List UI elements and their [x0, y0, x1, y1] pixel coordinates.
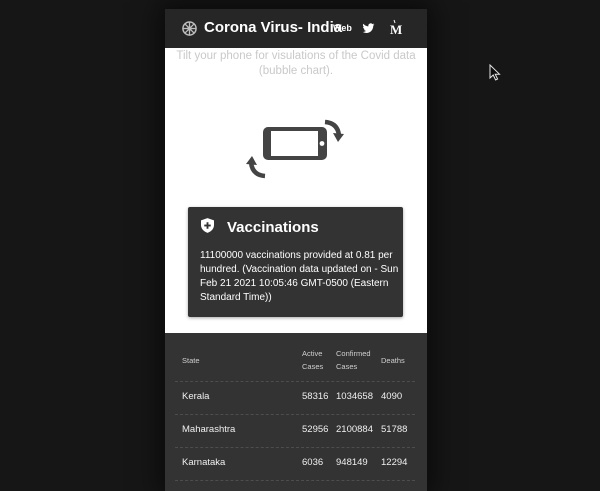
vaccinations-card: Vaccinations 11100000 vaccinations provi…	[188, 207, 403, 317]
svg-text:M: M	[390, 22, 402, 37]
medium-icon[interactable]: M	[389, 18, 404, 38]
twitter-icon[interactable]	[362, 22, 375, 35]
row-state: Karnataka	[182, 457, 226, 468]
header-deaths[interactable]: Deaths	[381, 355, 405, 367]
app-title[interactable]: Corona Virus- India	[204, 19, 342, 36]
row-divider	[175, 480, 415, 481]
row-confirmed: 2100884	[336, 424, 373, 435]
row-state: Maharashtra	[182, 424, 236, 435]
header-confirmed-cases-line1[interactable]: Confirmed	[336, 348, 371, 360]
row-divider	[175, 414, 415, 415]
states-table: State Active Cases Confirmed Cases Death…	[165, 333, 427, 491]
vaccinations-text: 11100000 vaccinations provided at 0.81 p…	[200, 250, 399, 303]
header-active-cases-line1[interactable]: Active	[302, 348, 322, 360]
row-divider	[175, 381, 415, 382]
header-confirmed-cases-line2[interactable]: Cases	[336, 361, 357, 373]
row-state: Kerala	[182, 391, 210, 402]
row-active: 58316	[302, 391, 329, 402]
phone-frame: Corona Virus- India Web M Tilt your phon…	[165, 9, 427, 491]
header-state[interactable]: State	[182, 355, 200, 367]
tilt-phone-message: Tilt your phone for visulations of the C…	[176, 50, 416, 77]
rotate-phone-icon	[246, 119, 344, 179]
settings-icon[interactable]	[182, 21, 197, 36]
nav-web-link[interactable]: Web	[333, 23, 352, 33]
row-divider	[175, 447, 415, 448]
row-confirmed: 948149	[336, 457, 368, 468]
row-active: 52956	[302, 424, 329, 435]
mouse-cursor-icon	[489, 64, 501, 81]
header-active-cases-line2[interactable]: Cases	[302, 361, 323, 373]
row-active: 6036	[302, 457, 324, 468]
row-deaths: 12294	[381, 457, 408, 468]
row-confirmed: 1034658	[336, 391, 373, 402]
app-header: Corona Virus- India Web M	[165, 9, 427, 48]
shield-icon	[201, 218, 214, 233]
vaccinations-title: Vaccinations	[227, 219, 319, 236]
row-deaths: 4090	[381, 391, 403, 402]
row-deaths: 51788	[381, 424, 408, 435]
